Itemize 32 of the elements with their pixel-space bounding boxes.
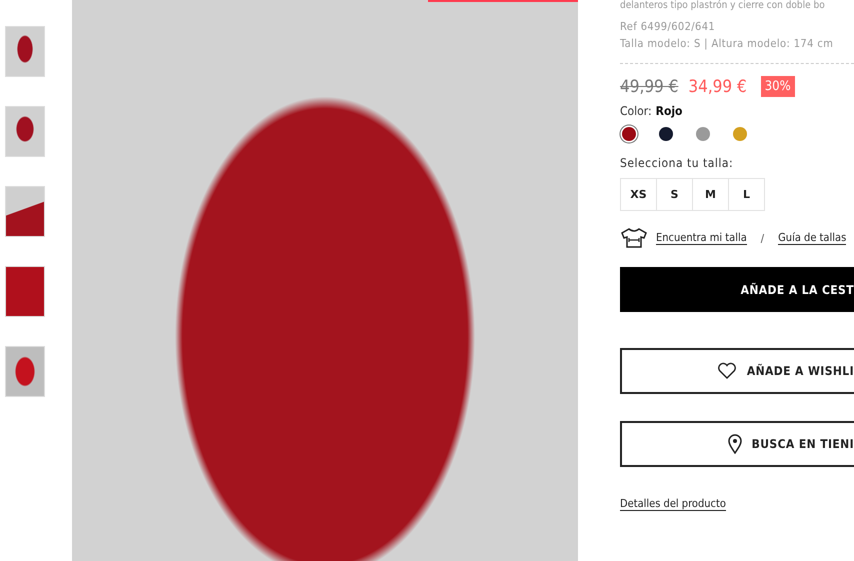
thumbnail-image[interactable]	[5, 266, 45, 317]
old-price: 49,99 €	[620, 76, 678, 96]
size-guide-link[interactable]: Guía de tallas	[778, 231, 846, 245]
discount-badge: 30%	[760, 76, 795, 97]
size-option[interactable]: M	[692, 178, 729, 211]
find-size-link[interactable]: Encuentra mi talla	[656, 231, 747, 245]
color-name: Rojo	[656, 104, 682, 118]
description-text: delanteros tipo plastrón y cierre con doble bo	[620, 0, 826, 12]
add-to-basket-button[interactable]: AÑADE A LA CEST	[620, 267, 854, 312]
color-swatch[interactable]	[622, 127, 636, 141]
size-option[interactable]: XS	[620, 178, 657, 211]
thumbnail-image[interactable]	[5, 346, 45, 397]
size-label: Selecciona tu talla:	[620, 156, 734, 170]
size-option[interactable]: L	[728, 178, 765, 211]
thumbnail-image[interactable]	[5, 26, 45, 77]
heart-icon	[716, 362, 737, 380]
t-shirt-icon	[620, 227, 648, 249]
reference-text: Ref 6499/602/641	[620, 19, 716, 35]
sale-price: 34,99 €	[688, 76, 747, 96]
thumbnail-image[interactable]	[5, 186, 45, 237]
thumbnail-image[interactable]	[5, 106, 45, 157]
separator-text: /	[760, 232, 764, 244]
size-option[interactable]: S	[656, 178, 693, 211]
find-in-store-button[interactable]: BUSCA EN TIENI	[620, 421, 854, 467]
add-to-wishlist-button[interactable]: AÑADE A WISHLI	[620, 348, 854, 394]
color-swatch[interactable]	[733, 127, 747, 141]
color-swatch[interactable]	[696, 127, 710, 141]
product-details-link[interactable]: Detalles del producto	[620, 497, 726, 511]
model-info-text: Talla modelo: S | Altura modelo: 174 cm	[620, 36, 834, 52]
color-label: Color:	[620, 104, 652, 118]
location-pin-icon	[728, 434, 742, 454]
color-swatch[interactable]	[659, 127, 673, 141]
